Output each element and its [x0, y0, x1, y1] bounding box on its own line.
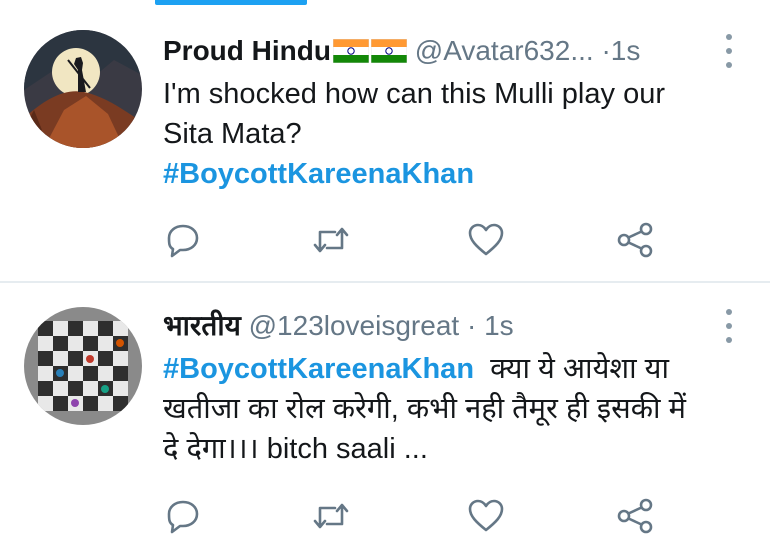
reply-button[interactable] — [163, 220, 203, 260]
tweet-text-line: दे देगा।।। bitch saali ... — [163, 433, 428, 465]
tweet-header: भारतीय @123loveisgreat · 1s — [163, 309, 750, 343]
tweet-text: I'm shocked how can this Mulli play our … — [163, 74, 740, 194]
avatar[interactable] — [24, 30, 142, 148]
tweet[interactable]: भारतीय @123loveisgreat · 1s #BoycottKare… — [0, 283, 770, 553]
tweet-header: Proud Hindu @Avatar632... ·1s — [163, 34, 750, 71]
share-icon — [617, 498, 653, 534]
reply-icon — [167, 224, 199, 258]
tweet-text-line: खतीजा का रोल करेगी, कभी नही तैमूर ही इसक… — [163, 393, 686, 425]
tweet-actions — [163, 496, 663, 536]
display-name[interactable]: भारतीय — [163, 310, 241, 341]
tweet[interactable]: Proud Hindu @Avatar632... ·1s I'm shocke… — [0, 0, 770, 283]
flag-india-icon — [370, 37, 408, 71]
timestamp[interactable]: 1s — [611, 35, 641, 66]
retweet-icon — [313, 503, 349, 529]
tweet-text-fragment: क्या ये आयेशा या — [490, 353, 670, 385]
more-options-icon[interactable] — [724, 34, 734, 68]
like-icon — [468, 499, 504, 532]
reply-icon — [167, 500, 199, 534]
avatar[interactable] — [24, 307, 142, 425]
like-button[interactable] — [466, 496, 506, 536]
tweet-text: #BoycottKareenaKhan क्या ये आयेशा या खती… — [163, 349, 740, 469]
share-icon — [617, 222, 653, 258]
separator-dot: · — [601, 35, 611, 66]
tweet-actions — [163, 220, 663, 260]
like-button[interactable] — [466, 220, 506, 260]
share-button[interactable] — [615, 496, 655, 536]
tweet-text-line: #BoycottKareenaKhan क्या ये आयेशा या — [163, 349, 740, 389]
reply-button[interactable] — [163, 496, 203, 536]
tweet-text-line: I'm shocked how can this Mulli play our — [163, 78, 665, 110]
retweet-button[interactable] — [311, 220, 351, 260]
flag-india-icon — [332, 37, 370, 71]
user-handle[interactable]: @Avatar632... — [415, 35, 594, 66]
tweet-text-line: Sita Mata? — [163, 118, 302, 150]
more-options-icon[interactable] — [724, 309, 734, 343]
timestamp[interactable]: 1s — [484, 310, 514, 341]
like-icon — [468, 223, 504, 256]
hashtag-link[interactable]: #BoycottKareenaKhan — [163, 154, 740, 194]
hashtag-link[interactable]: #BoycottKareenaKhan — [163, 353, 474, 385]
checkered-board-icon — [24, 307, 142, 425]
separator-dot: · — [466, 310, 477, 341]
display-name[interactable]: Proud Hindu — [163, 35, 331, 66]
retweet-icon — [313, 227, 349, 253]
share-button[interactable] — [615, 220, 655, 260]
user-handle[interactable]: @123loveisgreat — [249, 310, 460, 341]
retweet-button[interactable] — [311, 496, 351, 536]
silhouette-warrior-moon-icon — [24, 30, 142, 148]
